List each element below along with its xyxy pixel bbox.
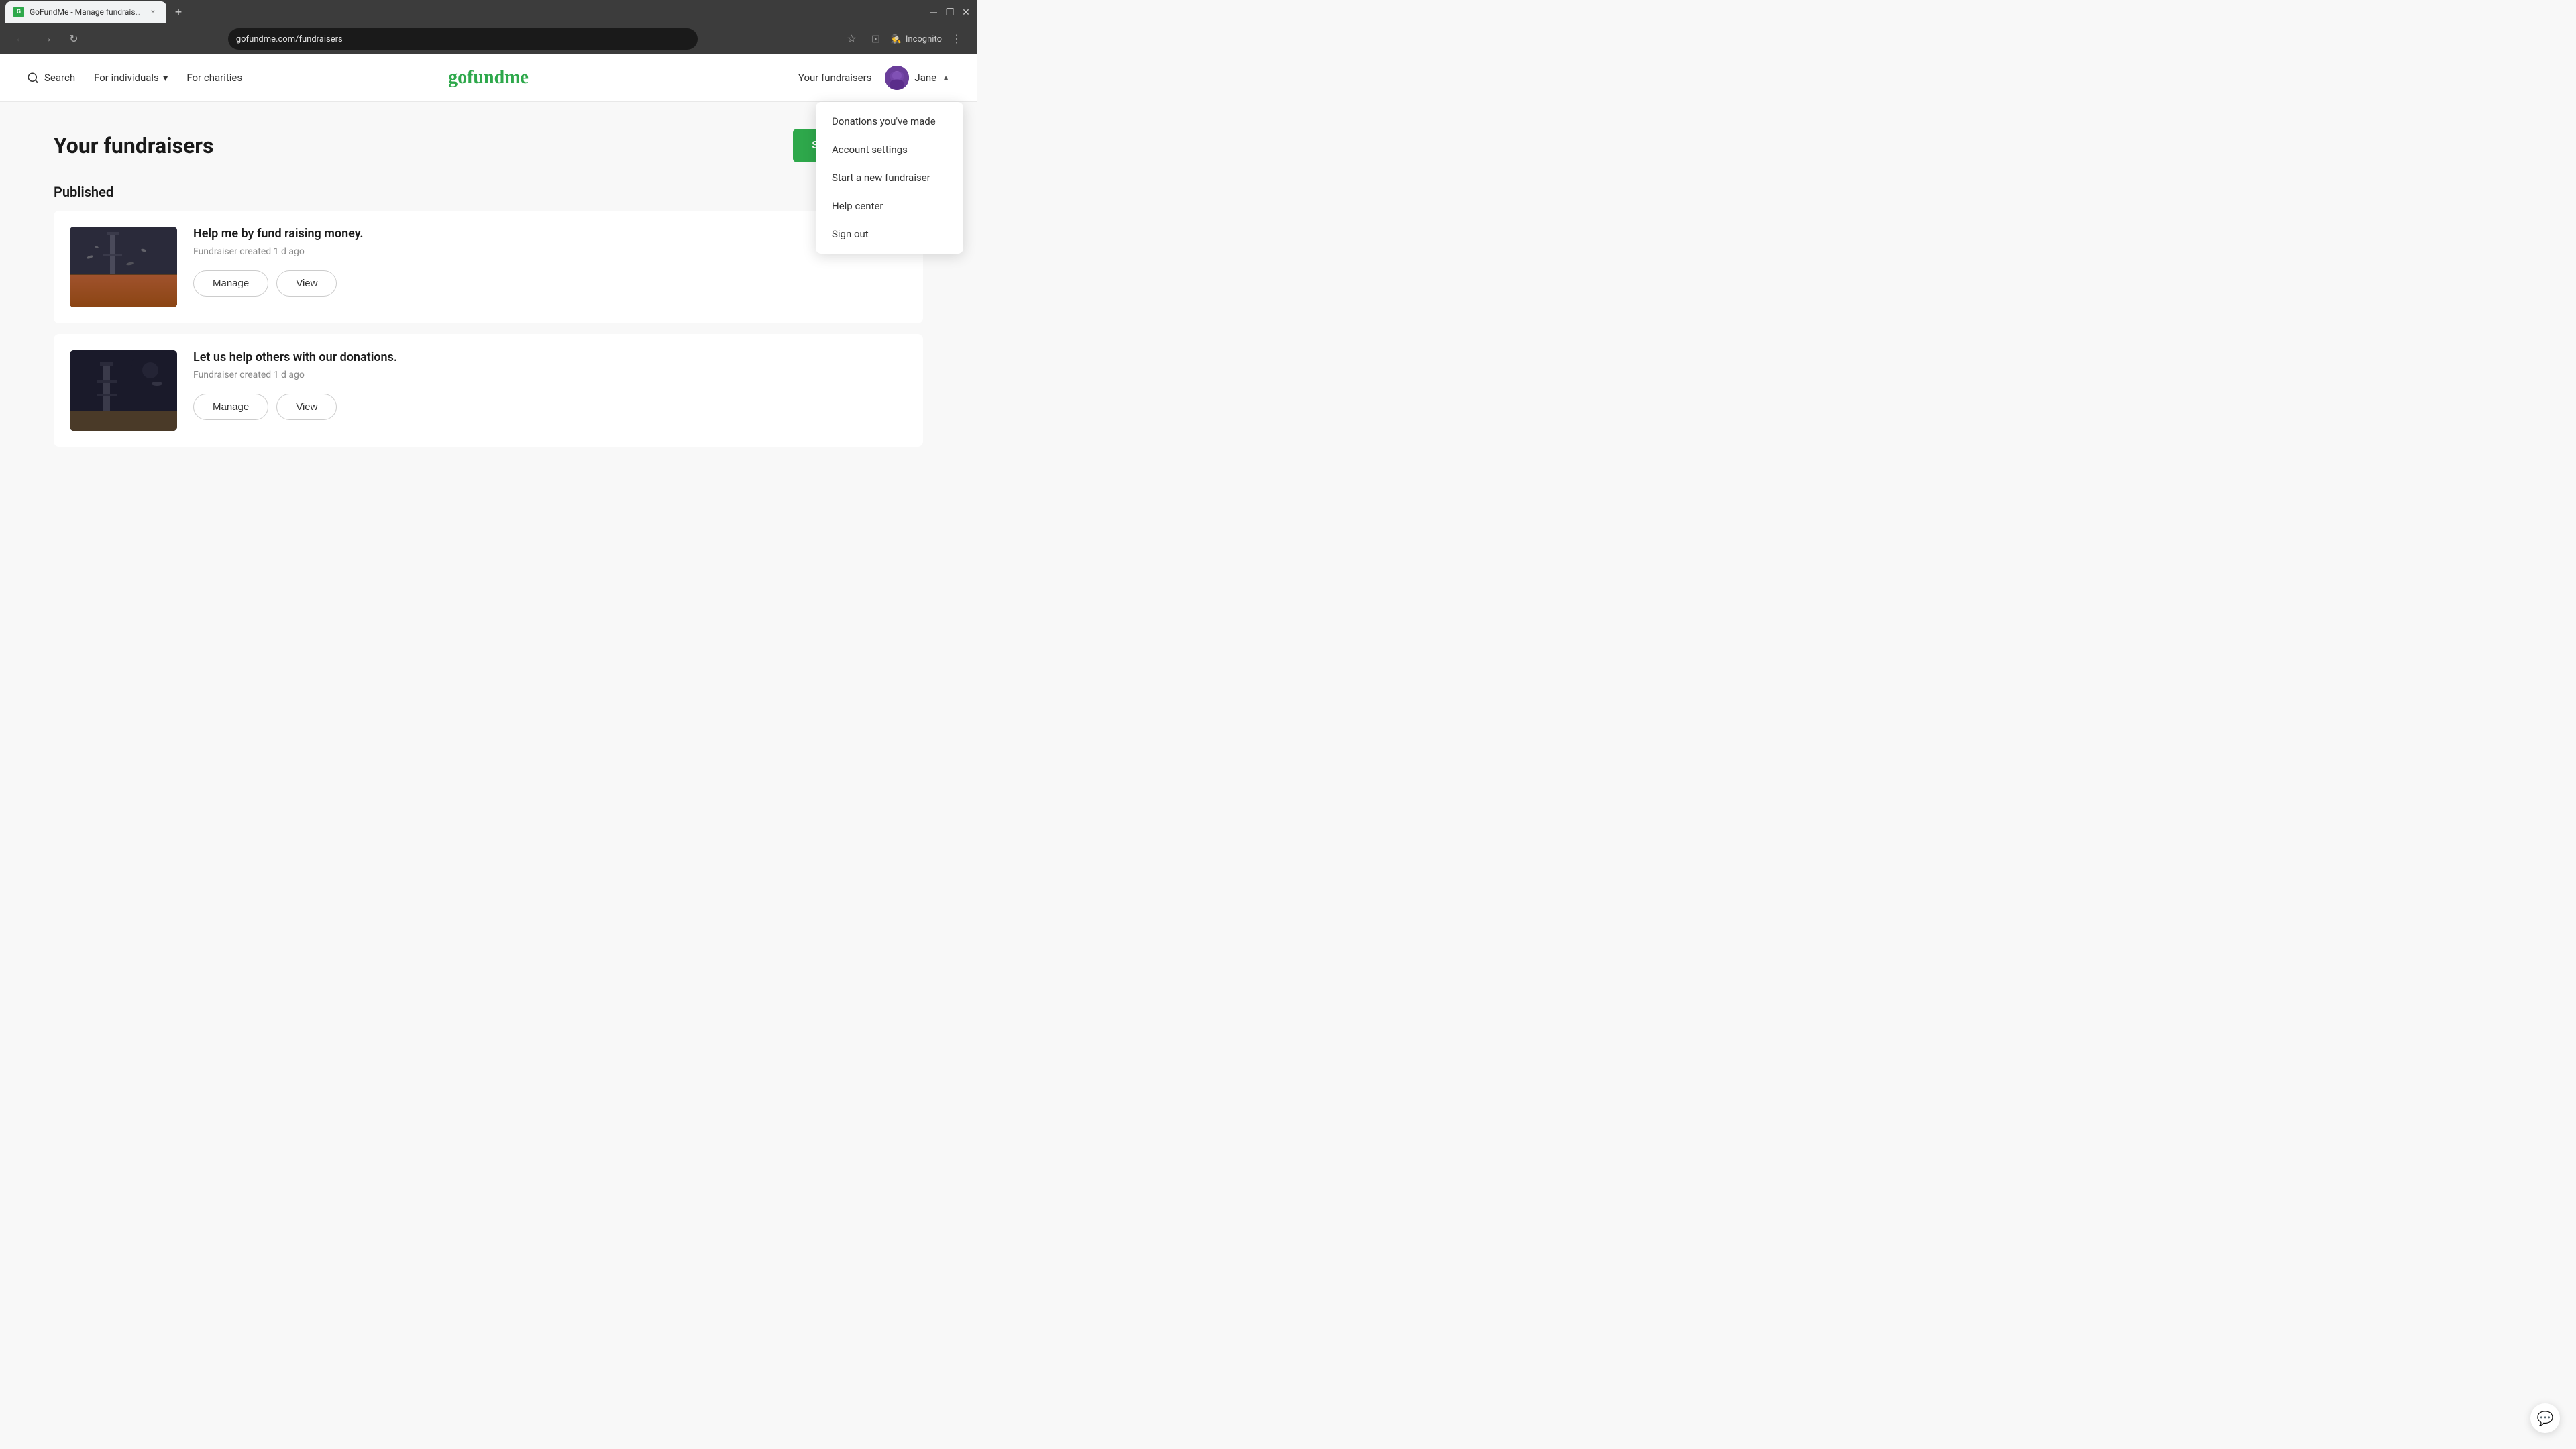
logo-text: gofundme	[448, 67, 529, 88]
view-button-2[interactable]: View	[276, 394, 337, 420]
published-section-label: Published	[54, 184, 923, 200]
favicon-letter: G	[17, 9, 21, 15]
for-charities-label: For charities	[186, 72, 242, 84]
for-individuals-nav-item[interactable]: For individuals ▾	[94, 72, 168, 84]
chevron-up-icon: ▲	[942, 73, 950, 83]
tab-favicon: G	[13, 7, 24, 17]
tab-switcher-button[interactable]: ⊡	[867, 30, 885, 48]
fundraiser-img-svg-1	[70, 227, 177, 307]
incognito-label: Incognito	[906, 34, 942, 44]
main-nav: Search For individuals ▾ For charities g…	[0, 54, 977, 102]
browser-titlebar: G GoFundMe - Manage fundraise... × + ─ ❐…	[0, 0, 977, 24]
tab-strip: G GoFundMe - Manage fundraise... × +	[5, 1, 926, 23]
url-text: gofundme.com/fundraisers	[236, 34, 343, 44]
dropdown-sign-out[interactable]: Sign out	[816, 220, 963, 248]
search-label: Search	[44, 72, 75, 84]
for-individuals-label: For individuals	[94, 72, 159, 84]
chevron-down-icon: ▾	[163, 72, 168, 84]
back-button[interactable]: ←	[11, 30, 30, 48]
incognito-icon: 🕵	[891, 34, 902, 44]
fundraiser-image-2	[70, 350, 177, 431]
fundraiser-card-2: Let us help others with our donations. F…	[54, 334, 923, 447]
user-menu-trigger[interactable]: Jane ▲	[885, 66, 950, 90]
view-button-1[interactable]: View	[276, 270, 337, 297]
bookmark-button[interactable]: ☆	[843, 30, 861, 48]
new-tab-button[interactable]: +	[169, 3, 188, 21]
fundraiser-info-2: Let us help others with our donations. F…	[193, 350, 907, 420]
search-icon	[27, 72, 39, 84]
minimize-button[interactable]: ─	[928, 7, 939, 17]
address-bar-right: ☆ ⊡ 🕵 Incognito ⋮	[843, 30, 966, 48]
logo[interactable]: gofundme	[448, 67, 529, 89]
page-title: Your fundraisers	[54, 133, 213, 158]
fundraiser-actions-2: Manage View	[193, 394, 907, 420]
search-nav-item[interactable]: Search	[27, 72, 75, 84]
fundraiser-meta-1: Fundraiser created 1 d ago	[193, 246, 907, 257]
fundraisers-header: Your fundraisers Start a GoFundMe	[54, 129, 923, 162]
your-fundraisers-link[interactable]: Your fundraisers	[798, 72, 872, 84]
avatar-image	[885, 66, 909, 90]
url-bar[interactable]: gofundme.com/fundraisers	[228, 28, 698, 50]
menu-button[interactable]: ⋮	[947, 30, 966, 48]
fundraiser-image-1	[70, 227, 177, 307]
nav-right: Your fundraisers Jane ▲	[798, 66, 950, 90]
fundraiser-name-2: Let us help others with our donations.	[193, 350, 907, 364]
address-bar: ← → ↻ gofundme.com/fundraisers ☆ ⊡ 🕵 Inc…	[0, 24, 977, 54]
tab-close-button[interactable]: ×	[148, 7, 158, 17]
chat-widget[interactable]: 💬	[2530, 1403, 2560, 1433]
window-controls: ─ ❐ ✕	[928, 7, 971, 17]
active-tab[interactable]: G GoFundMe - Manage fundraise... ×	[5, 1, 166, 23]
nav-left: Search For individuals ▾ For charities	[27, 72, 242, 84]
user-dropdown-menu: Donations you've made Account settings S…	[816, 102, 963, 254]
dropdown-start-fundraiser[interactable]: Start a new fundraiser	[816, 164, 963, 192]
avatar	[885, 66, 909, 90]
avatar-svg	[885, 66, 909, 90]
dropdown-help-center[interactable]: Help center	[816, 192, 963, 220]
forward-button[interactable]: →	[38, 30, 56, 48]
fundraiser-meta-2: Fundraiser created 1 d ago	[193, 370, 907, 380]
for-charities-nav-item[interactable]: For charities	[186, 72, 242, 84]
fundraiser-card-1: Help me by fund raising money. Fundraise…	[54, 211, 923, 323]
dropdown-donations[interactable]: Donations you've made	[816, 107, 963, 136]
manage-button-2[interactable]: Manage	[193, 394, 268, 420]
website: Search For individuals ▾ For charities g…	[0, 54, 977, 550]
close-window-button[interactable]: ✕	[961, 7, 971, 17]
fundraiser-actions-1: Manage View	[193, 270, 907, 297]
fundraiser-name-1: Help me by fund raising money.	[193, 227, 907, 241]
chat-icon: 💬	[2537, 1410, 2554, 1426]
restore-button[interactable]: ❐	[945, 7, 955, 17]
browser-chrome: G GoFundMe - Manage fundraise... × + ─ ❐…	[0, 0, 977, 54]
refresh-button[interactable]: ↻	[64, 30, 83, 48]
tab-title: GoFundMe - Manage fundraise...	[30, 7, 142, 17]
incognito-badge: 🕵 Incognito	[891, 34, 942, 44]
fundraiser-info-1: Help me by fund raising money. Fundraise…	[193, 227, 907, 297]
user-name: Jane	[914, 72, 936, 84]
manage-button-1[interactable]: Manage	[193, 270, 268, 297]
fundraiser-img-svg-2	[70, 350, 177, 431]
dropdown-account-settings[interactable]: Account settings	[816, 136, 963, 164]
